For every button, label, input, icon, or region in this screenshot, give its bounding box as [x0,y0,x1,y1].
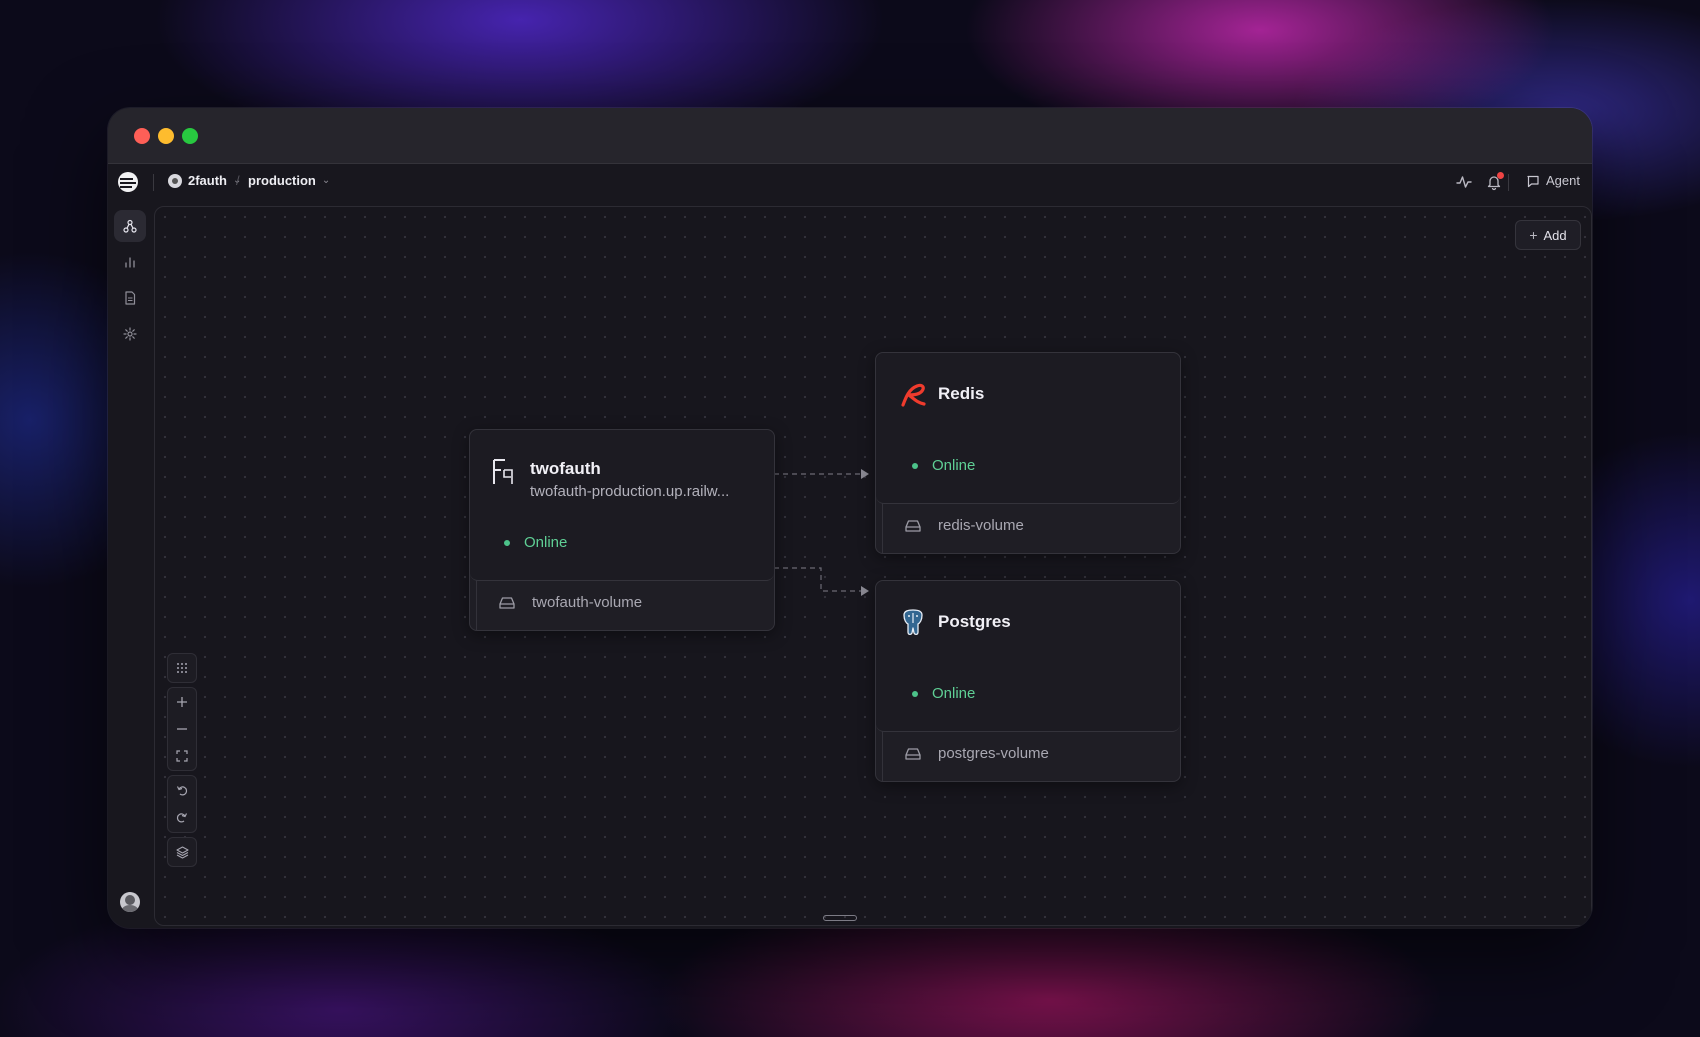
status-text: Online [932,685,976,702]
bar-chart-icon [125,257,135,268]
gear-icon [123,327,137,341]
zoom-control-group [167,687,197,771]
service-card-twofauth[interactable]: twofauth twofauth-production.up.railw...… [469,429,775,631]
service-name: Postgres [938,612,1011,631]
status-text: Online [932,457,976,474]
fit-view-icon[interactable] [168,743,196,769]
zoom-out-icon[interactable] [168,716,196,742]
redis-logo-icon [901,383,926,407]
layers-control-group [167,837,197,867]
plus-icon: + [1529,227,1538,243]
grid-icon[interactable] [168,655,196,681]
chat-bubble-icon [1527,175,1539,187]
volume-name: redis-volume [938,517,1024,534]
status-text: Online [524,534,568,551]
sidebar-item-metrics[interactable] [114,246,146,278]
user-avatar[interactable] [120,892,140,912]
volume-row[interactable]: twofauth-volume [498,594,642,611]
postgres-logo-icon [903,609,923,636]
service-main: Redis Online [876,353,1180,504]
status-indicator: Online [912,685,975,702]
notifications-bell-icon[interactable] [1484,172,1504,192]
add-service-button[interactable]: + Add [1515,220,1581,250]
status-dot [912,462,918,469]
app-window: 2fauth ⌄ / production ⌄ Agent + Add twof… [108,108,1592,928]
railway-logo-icon[interactable] [118,172,138,192]
grid-control-group [167,653,197,683]
layers-icon[interactable] [168,839,196,865]
service-name: Redis [938,384,985,403]
service-main: Postgres Online [876,581,1180,732]
volume-connector [882,503,883,553]
status-dot [504,539,510,546]
volume-connector [882,731,883,781]
close-window-button[interactable] [134,128,150,144]
undo-icon[interactable] [168,777,196,803]
service-main: twofauth twofauth-production.up.railw...… [470,430,774,581]
volume-row[interactable]: redis-volume [904,517,1024,534]
minimize-window-button[interactable] [158,128,174,144]
environment-name: production [248,173,316,188]
sidebar-item-architecture[interactable] [114,210,146,242]
connection-twofauth-postgres [774,567,861,592]
project-canvas[interactable]: + Add twofauth twofauth-production.up.ra… [154,206,1592,926]
service-card-redis[interactable]: Redis Online redis-volume [875,352,1181,554]
agent-button[interactable]: Agent [1526,173,1580,188]
status-indicator: Online [504,534,567,551]
environment-selector[interactable]: production ⌄ [248,173,330,188]
activity-icon[interactable] [1454,172,1474,192]
sidebar-item-logs[interactable] [114,282,146,314]
divider [153,174,154,191]
connection-arrow [861,469,869,479]
project-avatar-icon [168,173,182,188]
connection-arrow [861,586,869,596]
status-dot [912,690,918,697]
disk-icon [905,747,921,760]
sidebar [108,200,151,928]
maximize-window-button[interactable] [182,128,198,144]
volume-name: twofauth-volume [532,594,643,611]
divider [1508,174,1509,191]
add-label: Add [1543,227,1567,243]
project-name: 2fauth [188,173,227,188]
status-indicator: Online [912,457,975,474]
twofauth-service-icon [493,459,513,484]
bottom-panel-handle[interactable] [823,915,857,921]
top-bar: 2fauth ⌄ / production ⌄ Agent [108,164,1592,200]
history-control-group [167,775,197,833]
disk-icon [905,519,921,532]
document-icon [125,291,136,305]
title-bar [108,108,1592,164]
sidebar-item-settings[interactable] [114,318,146,350]
disk-icon [499,596,515,609]
service-connections [774,469,869,596]
redo-icon[interactable] [168,804,196,830]
service-name: twofauth [530,459,601,478]
nodes-icon [123,219,137,233]
zoom-in-icon[interactable] [168,689,196,715]
service-url[interactable]: twofauth-production.up.railw... [530,483,729,500]
notification-badge [1497,172,1504,179]
volume-row[interactable]: postgres-volume [904,745,1049,762]
volume-connector [476,580,477,630]
project-selector[interactable]: 2fauth ⌄ [168,173,241,188]
volume-name: postgres-volume [938,745,1049,762]
agent-label: Agent [1546,173,1580,188]
chevron-down-icon: ⌄ [321,175,331,186]
breadcrumb-separator: / [236,173,240,188]
service-card-postgres[interactable]: Postgres Online postgres-volume [875,580,1181,782]
